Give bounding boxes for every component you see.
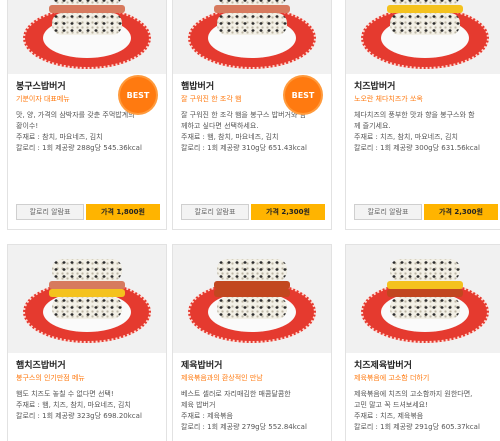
burger-image [49,259,125,319]
calorie-table-button[interactable]: 칼로리 알람표 [16,204,84,220]
product-ingredients: 주재료 : 햄, 치즈, 참치, 마요네즈, 김치 [16,401,131,409]
product-calorie: 칼로리 : 1회 제공량 288g당 545.36kcal [16,144,142,152]
product-photo[interactable] [173,0,331,74]
price-button[interactable]: 가격 2,300원 [251,204,325,220]
product-ingredients: 주재료 : 참치, 마요네즈, 김치 [16,133,103,141]
product-photo[interactable] [173,245,331,353]
product-description: 햄도 치즈도 놓칠 수 없다면 선택! 주재료 : 햄, 치즈, 참치, 마요네… [16,389,158,422]
product-description: 베스트 셀러로 자리매김한 매콤달콤한 제육 밥버거 주재료 : 제육볶음 칼로… [181,389,323,433]
product-name: 햄치즈밥버거 [16,361,66,371]
product-photo[interactable] [346,0,500,74]
product-calorie: 칼로리 : 1회 제공량 279g당 552.84kcal [181,423,307,431]
product-ingredients: 주재료 : 햄, 참치, 마요네즈, 김치 [181,133,279,141]
price-button[interactable]: 가격 1,800원 [86,204,160,220]
product-ingredients: 주재료 : 치즈, 참치, 마요네즈, 김치 [354,133,458,141]
product-tagline: 제육볶음에 고소함 더하기 [354,374,430,382]
product-card[interactable]: BEST 햄밥버거 잘 구워진 한 조각 햄 잘 구워진 한 조각 햄을 봉구스… [172,0,332,230]
product-description: 잘 구워진 한 조각 햄을 봉구스 밥버거와 함 께하고 싶다면 선택하세요. … [181,110,323,154]
price-button[interactable]: 가격 2,300원 [424,204,498,220]
product-tagline: 노오란 체다치즈가 쏘옥 [354,95,423,103]
product-photo[interactable] [8,0,166,74]
product-ingredients: 주재료 : 제육볶음 [181,412,233,420]
best-badge: BEST [285,77,321,113]
best-badge: BEST [120,77,156,113]
product-photo[interactable] [8,245,166,353]
burger-image [387,259,463,319]
product-name: 치즈밥버거 [354,82,396,92]
calorie-table-button[interactable]: 칼로리 알람표 [354,204,422,220]
product-calorie: 칼로리 : 1회 제공량 300g당 631.56kcal [354,144,480,152]
product-description: 맛, 양, 가격의 삼박자를 갖춘 주먹밥계의 황이수! 주재료 : 참치, 마… [16,110,158,154]
product-card[interactable]: 햄치즈밥버거 봉구스의 인기만점 메뉴 햄도 치즈도 놓칠 수 없다면 선택! … [7,244,167,441]
product-ingredients: 주재료 : 치즈, 제육볶음 [354,412,424,420]
product-photo[interactable] [346,245,500,353]
product-card[interactable]: 치즈밥버거 노오란 체다치즈가 쏘옥 체다치즈의 풍부한 맛과 향을 봉구스와 … [345,0,500,230]
product-name: 제육밥버거 [181,361,223,371]
product-calorie: 칼로리 : 1회 제공량 323g당 698.20kcal [16,412,142,420]
burger-image [387,0,463,35]
product-card[interactable]: 치즈제육밥버거 제육볶음에 고소함 더하기 제육볶음에 치즈의 고소함까지 원한… [345,244,500,441]
product-card[interactable]: BEST 봉구스밥버거 기분이자 대표메뉴 맛, 양, 가격의 삼박자를 갖춘 … [7,0,167,230]
product-card[interactable]: 제육밥버거 제육볶음과의 환상적인 만남 베스트 셀러로 자리매김한 매콤달콤한… [172,244,332,441]
burger-image [214,259,290,319]
product-calorie: 칼로리 : 1회 제공량 291g당 605.37kcal [354,423,480,431]
product-calorie: 칼로리 : 1회 제공량 310g당 651.43kcal [181,144,307,152]
product-tagline: 봉구스의 인기만점 메뉴 [16,374,85,382]
calorie-table-button[interactable]: 칼로리 알람표 [181,204,249,220]
burger-image [214,0,290,35]
burger-image [49,0,125,35]
product-name: 치즈제육밥버거 [354,361,412,371]
product-tagline: 제육볶음과의 환상적인 만남 [181,374,263,382]
product-description: 체다치즈의 풍부한 맛과 향을 봉구스와 함 께 즐기세요. 주재료 : 치즈,… [354,110,496,154]
product-description: 제육볶음에 치즈의 고소함까지 원한다면, 고민 말고 꼭 드셔보세요! 주재료… [354,389,496,433]
